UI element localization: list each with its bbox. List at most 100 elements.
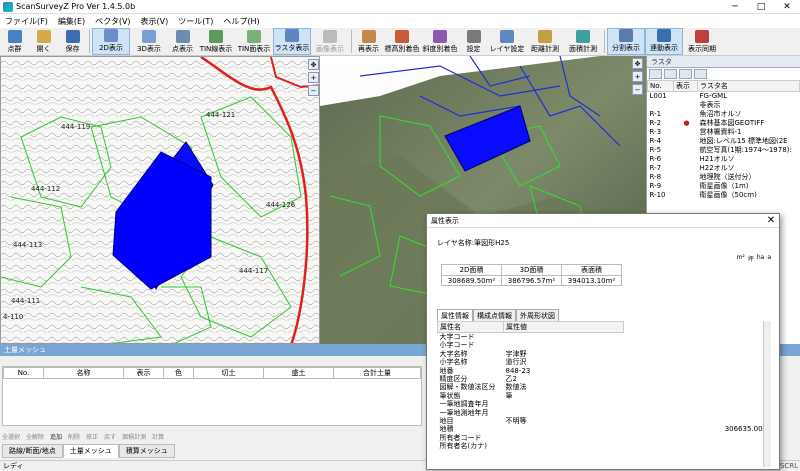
toolbar-button-17[interactable]: 分割表示 — [607, 28, 645, 55]
col-no[interactable]: No. — [3, 367, 44, 379]
property-row[interactable]: 地積 306635.000 — [438, 425, 774, 433]
toolbar-button-4[interactable]: 3D表示 — [130, 28, 168, 55]
col-display[interactable]: 表示 — [123, 367, 164, 379]
toolbar-button-8[interactable]: ラスタ表示 — [273, 28, 311, 55]
unit-m2-button[interactable]: m² — [737, 254, 745, 263]
col-color[interactable]: 色 — [163, 367, 194, 379]
zoom-out-icon[interactable]: − — [632, 84, 643, 95]
property-scrollbar[interactable] — [763, 321, 771, 467]
col-cut[interactable]: 切土 — [193, 367, 264, 379]
property-row[interactable]: 小字コード 1 — [438, 341, 774, 349]
toolbar-button-11[interactable]: 標高別着色 — [383, 28, 421, 55]
property-row[interactable]: 所有者コード — [438, 434, 774, 442]
raster-row[interactable]: R-7 H22オルソ — [648, 164, 800, 173]
raster-row[interactable]: R-6 H21オルソ — [648, 155, 800, 164]
tab-estimate-mesh[interactable]: 積算メッシュ — [118, 444, 175, 458]
layer-name: レイヤ名称:筆図形H25 — [437, 239, 510, 247]
raster-row[interactable]: R-1 魚沼市オルソ — [648, 110, 800, 119]
toolbar-button-6[interactable]: TIN線表示 — [197, 28, 235, 55]
compass-icon[interactable]: ✥ — [632, 58, 643, 69]
edit-button[interactable]: 修正 — [86, 432, 98, 441]
property-row[interactable]: 筆状態 筆 — [438, 392, 774, 400]
topographic-map[interactable]: 444-119 444-112 444-113 444-121 444-126 … — [1, 57, 320, 344]
move-down-icon[interactable] — [664, 69, 677, 79]
toolbar-button-12[interactable]: 斜度別着色 — [421, 28, 459, 55]
calculate-button[interactable]: 計算 — [152, 432, 164, 441]
deselect-all-button[interactable]: 全解除 — [26, 432, 44, 441]
area-measure-button[interactable]: 面積計測 — [122, 432, 146, 441]
col-attr-value[interactable]: 属性値 — [503, 321, 624, 333]
delete-button[interactable]: 削除 — [68, 432, 80, 441]
property-row[interactable]: 大字コード1 — [438, 333, 774, 342]
undo-button[interactable]: 戻す — [104, 432, 116, 441]
raster-row[interactable]: R-5 航空写真(1期:1974～1978): — [648, 146, 800, 155]
toolbar-button-9[interactable]: 画像表示 — [311, 28, 349, 55]
zoom-in-icon[interactable]: + — [308, 72, 319, 83]
add-button[interactable]: 追加 — [50, 432, 62, 441]
menu-file[interactable]: ファイル(F) — [0, 16, 53, 27]
toolbar-button-0[interactable]: 点群 — [0, 28, 29, 55]
unit-tsubo-button[interactable]: 坪 — [748, 254, 754, 263]
toolbar-button-13[interactable]: 設定 — [459, 28, 488, 55]
menu-view[interactable]: 表示(V) — [136, 16, 174, 27]
toolbar-button-16[interactable]: 面積計測 — [564, 28, 602, 55]
toolbar-button-18[interactable]: 連動表示 — [645, 28, 683, 55]
zoom-out-icon[interactable]: − — [308, 85, 319, 96]
property-row[interactable]: 小字名称 道行沢 — [438, 358, 774, 366]
menu-help[interactable]: ヘルプ(H) — [218, 16, 264, 27]
unit-ha-button[interactable]: ha — [757, 254, 764, 263]
menu-vector[interactable]: ベクタ(V) — [90, 16, 135, 27]
add-raster-icon[interactable] — [679, 69, 692, 79]
toolbar-button-19[interactable]: 表示同期 — [683, 28, 721, 55]
property-row[interactable]: 所有者名(カナ) — [438, 442, 774, 450]
menu-bar: ファイル(F) 編集(E) ベクタ(V) 表示(V) ツール(T) ヘルプ(H) — [0, 14, 800, 28]
raster-row[interactable]: 非表示 — [648, 101, 800, 110]
raster-row[interactable]: R-3 営林署資料-1 — [648, 128, 800, 137]
tab-soil-mesh[interactable]: 土量メッシュ — [62, 444, 119, 458]
tab-route[interactable]: 路線/断面/地点 — [2, 444, 63, 458]
toolbar-button-15[interactable]: 距離計測 — [526, 28, 564, 55]
raster-row[interactable]: R-9 衛星画像（1m) — [648, 182, 800, 191]
menu-edit[interactable]: 編集(E) — [53, 16, 90, 27]
remove-raster-icon[interactable] — [694, 69, 707, 79]
property-row[interactable]: 地目 不明等 — [438, 417, 774, 425]
toolbar-button-5[interactable]: 点表示 — [168, 28, 197, 55]
zoom-in-icon[interactable]: + — [632, 71, 643, 82]
property-row[interactable]: 一筆地測地年月 — [438, 409, 774, 417]
attribute-dialog[interactable]: 属性表示 ✕ レイヤ名称:筆図形H25 m² 坪 ha a 2D面積 3D面積 … — [426, 213, 780, 470]
col-display[interactable]: 表示 — [673, 80, 698, 92]
close-button[interactable]: ✕ — [774, 2, 800, 12]
col-name[interactable]: 名称 — [43, 367, 124, 379]
raster-row[interactable]: R-8 地理院（送付分） — [648, 173, 800, 182]
mesh-list[interactable]: No. 名称 表示 色 切土 盛土 合計土量 — [2, 366, 422, 426]
close-icon[interactable]: ✕ — [763, 215, 779, 226]
raster-row[interactable]: R-2 ● 森林基本図GEOTIFF — [648, 119, 800, 128]
toolbar-button-1[interactable]: 開く — [29, 28, 58, 55]
compass-icon[interactable]: ✥ — [308, 59, 319, 70]
toolbar-button-7[interactable]: TIN面表示 — [235, 28, 273, 55]
raster-row[interactable]: R-4 地図:レベル15 標準地図(2E — [648, 137, 800, 146]
property-value — [623, 400, 773, 408]
menu-tools[interactable]: ツール(T) — [173, 16, 218, 27]
col-raster-name[interactable]: ラスタ名 — [697, 80, 800, 92]
toolbar-button-2[interactable]: 保存 — [58, 28, 87, 55]
minimize-button[interactable]: ─ — [722, 2, 748, 12]
unit-a-button[interactable]: a — [767, 254, 771, 263]
col-attr-name[interactable]: 属性名 — [437, 321, 504, 333]
select-all-button[interactable]: 全選択 — [2, 432, 20, 441]
move-up-icon[interactable] — [649, 69, 662, 79]
raster-row[interactable]: R-10 衛星画像（50cm) — [648, 191, 800, 200]
property-row[interactable]: 図解・数値法区分 数値法 — [438, 383, 774, 391]
col-no[interactable]: No. — [647, 80, 674, 92]
property-row[interactable]: 大字名称 宇津野 — [438, 350, 774, 358]
toolbar-button-10[interactable]: 再表示 — [354, 28, 383, 55]
toolbar-button-3[interactable]: 2D表示 — [92, 28, 130, 55]
raster-row[interactable]: L001 FG-GML — [648, 92, 800, 102]
col-fill[interactable]: 盛土 — [263, 367, 334, 379]
maximize-button[interactable]: □ — [748, 2, 774, 12]
toolbar-button-14[interactable]: レイヤ設定 — [488, 28, 526, 55]
property-row[interactable]: 一筆地調査年月 — [438, 400, 774, 408]
property-row[interactable]: 地番 848-23 — [438, 367, 774, 375]
col-total[interactable]: 合計土量 — [333, 367, 421, 379]
map-2d-view[interactable]: 444-119 444-112 444-113 444-121 444-126 … — [0, 56, 320, 344]
